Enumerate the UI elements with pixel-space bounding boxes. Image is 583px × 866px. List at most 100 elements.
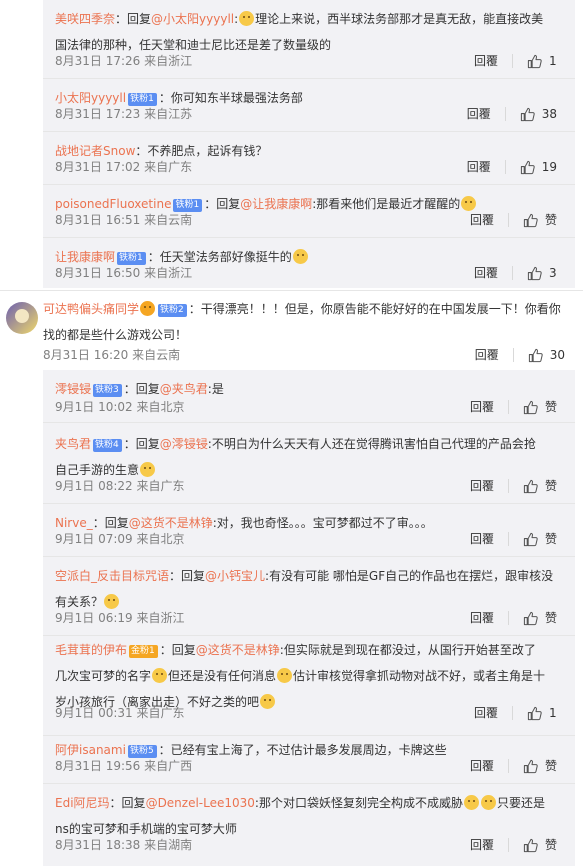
reply-username[interactable]: 夹鸟君 bbox=[55, 437, 91, 451]
mention-link[interactable]: @这货不是林铮 bbox=[129, 516, 213, 530]
reply-item: 毛茸茸的伊布 金粉1 ：回复@这货不是林铮:但实际就是到现在都没过，从国行开始甚至改… bbox=[43, 631, 575, 736]
thumb-up-icon bbox=[528, 348, 543, 363]
reply-username[interactable]: 空派白_反击目标咒语 bbox=[55, 569, 169, 583]
reply-button[interactable]: 回覆 bbox=[474, 265, 498, 281]
reply-username[interactable]: 阿伊isanami bbox=[55, 743, 126, 757]
comment-username[interactable]: 可达鸭偏头痛同学 bbox=[43, 302, 139, 316]
thumb-up-icon bbox=[527, 54, 542, 69]
thumb-up-icon bbox=[523, 838, 538, 853]
thumb-up-icon bbox=[523, 611, 538, 626]
avatar[interactable] bbox=[6, 302, 38, 334]
reply-item: Nirve_：回复@这货不是林铮:对，我也奇怪。。。宝可梦都过不了审。。。 9月… bbox=[43, 504, 575, 557]
like-count: 38 bbox=[541, 107, 557, 121]
comment-meta: 8月31日 16:20 来自云南 bbox=[43, 348, 181, 362]
like-button[interactable]: 30 bbox=[528, 347, 565, 363]
reply-item: Edi阿尼玛：回复@Denzel-Lee1030:那个对口袋妖怪复刻完全构成不成… bbox=[43, 784, 575, 863]
reply-button[interactable]: 回覆 bbox=[475, 347, 499, 363]
reply-button[interactable]: 回覆 bbox=[467, 106, 491, 122]
reply-username[interactable]: poisonedFluoxetine bbox=[55, 197, 171, 211]
reply-item: 夹鸟君 铁粉4 ：回复@澪锓锓:不明白为什么天天有人还在觉得腾讯害怕自己代理的产品会… bbox=[43, 425, 575, 504]
like-button[interactable]: 3 bbox=[527, 265, 557, 281]
laugh-emoji-icon bbox=[152, 668, 168, 683]
comment-text-line: 找的都是些什么游戏公司！ bbox=[43, 328, 188, 342]
fan-badge: 铁粉3 bbox=[93, 384, 122, 397]
thumb-up-icon bbox=[527, 706, 542, 721]
reply-meta: 8月31日 17:26 来自浙江 bbox=[55, 54, 193, 68]
reply-button[interactable]: 回覆 bbox=[470, 837, 494, 853]
reply-item: 小太阳yyyyll 铁粉1 ：你可知东半球最强法务部 8月31日 17:23 来自江… bbox=[43, 79, 575, 132]
reply-meta: 8月31日 18:38 来自湖南 bbox=[55, 838, 193, 852]
reply-username[interactable]: 战地记者Snow bbox=[55, 144, 135, 158]
reply-text-line: 自己手游的生意 bbox=[55, 463, 140, 477]
reply-username[interactable]: 毛茸茸的伊布 bbox=[55, 643, 127, 657]
like-count: 3 bbox=[549, 266, 557, 280]
like-button[interactable]: 赞 bbox=[523, 478, 557, 494]
like-button[interactable]: 19 bbox=[520, 159, 557, 175]
thumb-up-icon bbox=[523, 759, 538, 774]
reply-username[interactable]: 小太阳yyyyll bbox=[55, 91, 126, 105]
reply-button[interactable]: 回覆 bbox=[470, 758, 494, 774]
thumb-up-icon bbox=[523, 213, 538, 228]
thumb-up-icon bbox=[520, 107, 535, 122]
medal-icon bbox=[140, 301, 156, 316]
reply-text: :有没有可能 哪怕是GF自己的作品也在摆烂，跟审核没 bbox=[265, 569, 554, 583]
like-count: 30 bbox=[549, 348, 565, 362]
reply-item: 让我康康啊 铁粉1 ：任天堂法务部好像挺牛的 8月31日 16:50 来自浙江 回覆… bbox=[43, 238, 575, 291]
reply-item: 阿伊isanami 铁粉5 ：已经有宝上海了，不过估计最多发展周边，卡牌这些 8月3… bbox=[43, 731, 575, 784]
main-comment: 可达鸭偏头痛同学 铁粉2 ：干得漂亮！！！但是，你原告能不能好好的在中国发展一下！你… bbox=[43, 296, 575, 348]
like-button[interactable]: 1 bbox=[527, 705, 557, 721]
reply-button[interactable]: 回覆 bbox=[474, 705, 498, 721]
mention-link[interactable]: @小钙宝儿 bbox=[205, 569, 265, 583]
reply-username[interactable]: Nirve_ bbox=[55, 516, 93, 530]
reply-button[interactable]: 回覆 bbox=[467, 159, 491, 175]
like-button[interactable]: 赞 bbox=[523, 399, 557, 415]
thumb-up-icon bbox=[520, 160, 535, 175]
reply-meta: 9月1日 07:09 来自北京 bbox=[55, 532, 185, 546]
like-count: 赞 bbox=[544, 400, 557, 414]
mention-link[interactable]: @小太阳yyyyll bbox=[151, 12, 234, 26]
reply-button[interactable]: 回覆 bbox=[470, 478, 494, 494]
reply-button[interactable]: 回覆 bbox=[470, 531, 494, 547]
mention-link[interactable]: @让我康康啊 bbox=[240, 197, 312, 211]
reply-button[interactable]: 回覆 bbox=[470, 610, 494, 626]
reply-meta: 8月31日 16:50 来自浙江 bbox=[55, 266, 193, 280]
mention-link[interactable]: @Denzel-Lee1030 bbox=[146, 796, 255, 810]
reply-username[interactable]: 让我康康啊 bbox=[55, 250, 115, 264]
reply-button[interactable]: 回覆 bbox=[470, 212, 494, 228]
fan-badge: 铁粉2 bbox=[158, 304, 187, 317]
reply-text: :不明白为什么天天有人还在觉得腾讯害怕自己代理的产品会抢 bbox=[207, 437, 536, 451]
mention-link[interactable]: @澪锓锓 bbox=[160, 437, 208, 451]
like-button[interactable]: 1 bbox=[527, 53, 557, 69]
reply-meta: 9月1日 00:31 来自广东 bbox=[55, 706, 185, 720]
reply-item: 战地记者Snow：不养肥点，起诉有钱？ 8月31日 17:02 来自广东 回覆 … bbox=[43, 132, 575, 185]
reply-button[interactable]: 回覆 bbox=[470, 399, 494, 415]
like-count: 19 bbox=[541, 160, 557, 174]
reply-username[interactable]: 澪锓锓 bbox=[55, 382, 91, 396]
mention-link[interactable]: @夹鸟君 bbox=[160, 382, 208, 396]
reply-meta: 9月1日 10:02 来自北京 bbox=[55, 400, 185, 414]
reply-item: 空派白_反击目标咒语：回复@小钙宝儿:有没有可能 哪怕是GF自己的作品也在摆烂，… bbox=[43, 557, 575, 636]
reply-button[interactable]: 回覆 bbox=[474, 53, 498, 69]
cry-emoji-icon bbox=[277, 668, 293, 683]
thumb-up-icon bbox=[523, 479, 538, 494]
like-button[interactable]: 38 bbox=[520, 106, 557, 122]
fan-badge: 铁粉1 bbox=[117, 252, 146, 265]
like-count: 赞 bbox=[544, 213, 557, 227]
fan-badge: 铁粉4 bbox=[93, 439, 122, 452]
reply-item: 澪锓锓 铁粉3 ：回复@夹鸟君:是 9月1日 10:02 来自北京 回覆 赞 bbox=[43, 370, 575, 423]
like-button[interactable]: 赞 bbox=[523, 758, 557, 774]
fan-badge: 铁粉1 bbox=[173, 199, 203, 212]
reply-username[interactable]: 美咲四季奈 bbox=[55, 12, 115, 26]
reply-meta: 8月31日 19:56 来自广西 bbox=[55, 759, 193, 773]
like-button[interactable]: 赞 bbox=[523, 531, 557, 547]
like-button[interactable]: 赞 bbox=[523, 610, 557, 626]
mention-link[interactable]: @这货不是林铮 bbox=[196, 643, 280, 657]
thumb-up-icon bbox=[523, 400, 538, 415]
like-button[interactable]: 赞 bbox=[523, 212, 557, 228]
laugh-emoji-icon bbox=[260, 694, 276, 709]
like-count: 1 bbox=[549, 706, 557, 720]
reply-text: ：任天堂法务部好像挺牛的 bbox=[147, 250, 292, 264]
reply-username[interactable]: Edi阿尼玛 bbox=[55, 796, 110, 810]
like-button[interactable]: 赞 bbox=[523, 837, 557, 853]
cat-emoji-icon bbox=[461, 196, 477, 211]
